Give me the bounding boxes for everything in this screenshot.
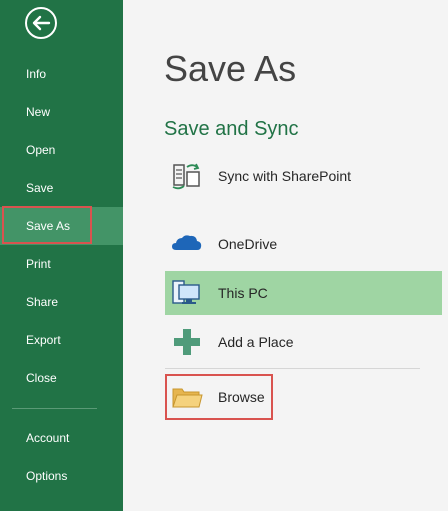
- location-label: Add a Place: [218, 334, 294, 350]
- nav-divider: [12, 408, 97, 409]
- location-onedrive[interactable]: OneDrive: [165, 222, 442, 266]
- nav-save[interactable]: Save: [0, 169, 123, 207]
- location-add-a-place[interactable]: Add a Place: [165, 320, 442, 364]
- location-label: This PC: [218, 285, 268, 301]
- backstage-sidebar: Info New Open Save Save As Print Share E…: [0, 0, 123, 511]
- computer-icon: [172, 280, 200, 304]
- nav-print[interactable]: Print: [0, 245, 123, 283]
- location-this-pc[interactable]: This PC: [165, 271, 442, 315]
- nav-info[interactable]: Info: [0, 55, 123, 93]
- back-button[interactable]: [24, 6, 58, 40]
- location-browse[interactable]: Browse: [165, 375, 442, 419]
- back-arrow-icon: [25, 7, 57, 39]
- location-label: Sync with SharePoint: [218, 168, 352, 184]
- plus-icon: [174, 329, 200, 355]
- nav-account[interactable]: Account: [0, 419, 123, 457]
- nav-close[interactable]: Close: [0, 359, 123, 397]
- onedrive-cloud-icon: [172, 235, 202, 250]
- folder-icon: [172, 388, 203, 408]
- nav-share[interactable]: Share: [0, 283, 123, 321]
- nav-export[interactable]: Export: [0, 321, 123, 359]
- section-title: Save and Sync: [164, 118, 299, 140]
- location-label: Browse: [218, 389, 265, 405]
- save-as-panel: Save As Save and Sync Sync with SharePoi…: [123, 0, 448, 511]
- sync-sharepoint-icon: [172, 163, 200, 190]
- page-title: Save As: [164, 48, 297, 89]
- location-label: OneDrive: [218, 236, 278, 252]
- nav-open[interactable]: Open: [0, 131, 123, 169]
- location-sync-sharepoint[interactable]: Sync with SharePoint: [165, 154, 442, 198]
- nav-new[interactable]: New: [0, 93, 123, 131]
- location-divider: [165, 368, 420, 369]
- nav-save-as[interactable]: Save As: [0, 207, 123, 245]
- nav-options[interactable]: Options: [0, 457, 123, 495]
